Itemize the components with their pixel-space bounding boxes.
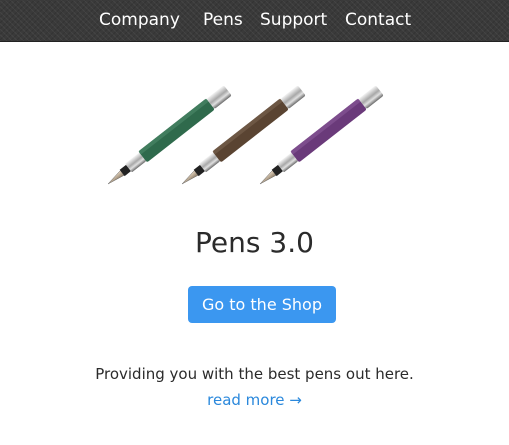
nav-contact[interactable]: Contact	[345, 10, 411, 30]
nav-pens[interactable]: Pens	[203, 10, 243, 30]
go-to-shop-button[interactable]: Go to the Shop	[188, 286, 336, 323]
read-more-link[interactable]: read more →	[0, 391, 509, 409]
nav-company[interactable]: Company	[99, 10, 180, 30]
tagline-text: Providing you with the best pens out her…	[95, 365, 414, 383]
top-navbar: Company Pens Support Contact	[0, 0, 509, 42]
brown-pen-icon	[181, 86, 305, 185]
pens-hero-image	[107, 86, 383, 185]
green-pen-icon	[107, 86, 231, 185]
page-title: Pens 3.0	[195, 226, 314, 259]
nav-support[interactable]: Support	[260, 10, 327, 30]
purple-pen-icon	[259, 86, 383, 185]
